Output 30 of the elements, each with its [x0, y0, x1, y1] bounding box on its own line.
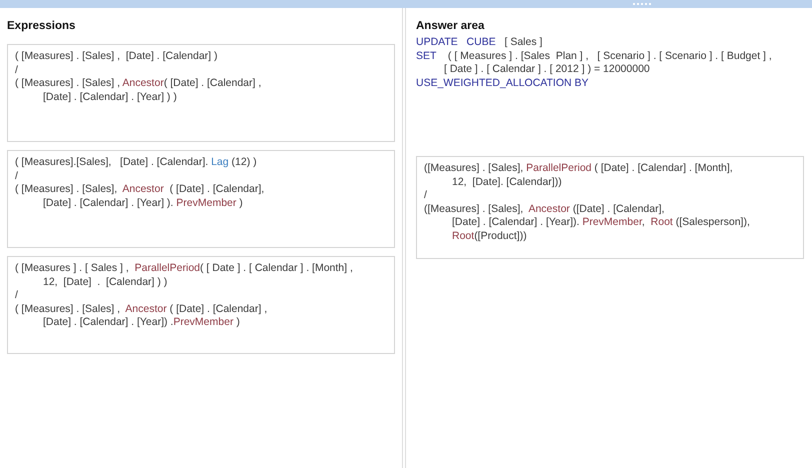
- code-line: /: [15, 64, 18, 77]
- code-line: [Date] . [Calendar] . [Year] ) ): [42, 90, 177, 104]
- expression-card[interactable]: ( [Measures] . [Sales] , [Date] . [Calendar] ) / ( [Measures] . [Sales] , Ancestor( [Date] . [Calendar] , [Date] . [Calendar] . [Year] ) ): [7, 44, 395, 142]
- expression-card[interactable]: ( [Measures].[Sales], [Date] . [Calendar]. Lag (12) ) / ( [Measures] . [Sales], Ancestor ( [Date] . [Calendar], [Date] . [Calendar] . [Year] ). PrevMember ): [7, 150, 395, 248]
- code-line: ([Measures] . [Sales], Ancestor ([Date] . [Calendar],: [424, 202, 664, 216]
- code-line: /: [424, 189, 427, 202]
- code-line: ( [Measures].[Sales], [Date] . [Calendar]. Lag (12) ): [15, 156, 257, 170]
- section-title: Answer area: [416, 20, 486, 32]
- code-line: ( [Measures] . [Sales] , Ancestor ( [Date] . [Calendar] ,: [15, 302, 268, 316]
- code-line: ( [Measures] . [Sales] , [Date] . [Calendar] ): [15, 50, 218, 64]
- code-line: [Date] . [Calendar] . [Year] ). PrevMember ): [42, 196, 243, 210]
- code-line: [Date] . [Calendar] . [Year]). PrevMember, Root ([Salesperson]),: [451, 216, 750, 230]
- code-line: ( [Measures ] . [ Sales ] , ParallelPeriod( [ Date ] . [ Calendar ] . [Month] ,: [15, 262, 353, 276]
- code-line: /: [15, 170, 18, 183]
- code-line: 12, [Date]. [Calendar])): [451, 176, 562, 189]
- code-line: /: [15, 289, 18, 302]
- code-line: SET ( [ Measures ] . [Sales Plan ] , [ Scenario ] . [ Scenario ] . [ Budget ] ,: [416, 50, 772, 63]
- code-line: UPDATE CUBE [ Sales ]: [416, 36, 542, 50]
- drag-handle-icon[interactable]: [632, 2, 652, 6]
- code-line: 12, [Date] . [Calendar] ) ): [42, 276, 168, 289]
- code-line: USE_WEIGHTED_ALLOCATION BY: [416, 76, 589, 90]
- code-line: ([Measures] . [Sales], ParallelPeriod ( [Date] . [Calendar] . [Month],: [424, 162, 733, 176]
- code-line: [ Date ] . [ Calendar ] . [ 2012 ] ) = 12000000: [443, 63, 650, 76]
- code-line: Root([Product])): [451, 230, 527, 243]
- code-line: ( [Measures] . [Sales] , Ancestor( [Date] . [Calendar] ,: [15, 77, 262, 90]
- code-line: ( [Measures] . [Sales], Ancestor ( [Date] . [Calendar],: [15, 183, 264, 196]
- expression-card[interactable]: [7, 256, 395, 354]
- section-title: Expressions: [7, 20, 76, 32]
- expression-card[interactable]: [416, 156, 804, 259]
- code-line: [Date] . [Calendar] . [Year]) .PrevMember ): [42, 316, 240, 330]
